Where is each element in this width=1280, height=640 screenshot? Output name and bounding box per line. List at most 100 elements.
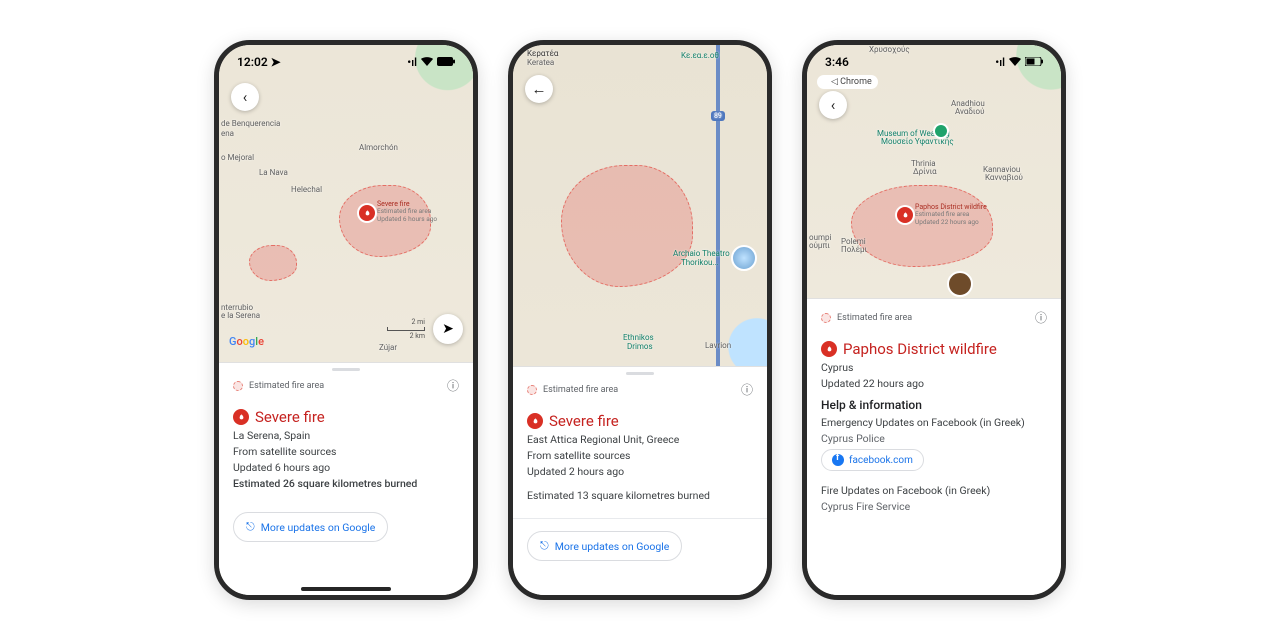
back-button[interactable]: ← (525, 75, 553, 103)
map-place-label: Lavrion (705, 341, 731, 350)
flame-icon (821, 341, 837, 357)
chrome-source-badge[interactable]: ◁ Chrome (817, 75, 878, 89)
fire-card: Severe fire La Serena, Spain From satell… (219, 402, 473, 498)
fire-marker[interactable] (897, 207, 913, 223)
fire-location: East Attica Regional Unit, Greece (527, 433, 753, 446)
map-place-label: Archaio Theatro (673, 249, 730, 258)
back-button[interactable]: ‹ (819, 91, 847, 119)
fire-source: From satellite sources (233, 445, 459, 458)
info-icon[interactable]: ⓘ (741, 381, 753, 398)
fire-area-legend-icon (821, 313, 831, 323)
facebook-link-label: facebook.com (849, 455, 913, 466)
legend-label: Estimated fire area (249, 381, 324, 391)
info-icon[interactable]: ⓘ (1035, 309, 1047, 326)
map-place-label: Κανναβιού (985, 173, 1023, 182)
help-source: Cyprus Police (821, 432, 1047, 445)
status-time: 3:46 (825, 55, 849, 69)
map-place-label: e la Serena (221, 311, 260, 320)
facebook-icon (832, 454, 844, 466)
map-place-label: Drimos (627, 342, 653, 351)
help-header: Help & information (821, 398, 1047, 412)
road-shield: 89 (711, 111, 725, 121)
flame-icon (527, 413, 543, 429)
fire-source: From satellite sources (527, 449, 753, 462)
map-place-label: ena (221, 129, 234, 138)
map-place-label: o Mejoral (221, 153, 254, 162)
open-external-icon: ⎋ (246, 520, 255, 534)
back-button[interactable]: ‹ (231, 83, 259, 111)
fire-area-legend-icon (233, 381, 243, 391)
map-place-label: Thorikou... (681, 258, 719, 267)
poi-pin-icon[interactable] (935, 125, 947, 137)
signal-icon: •ıl (995, 56, 1005, 69)
legend-label: Estimated fire area (543, 385, 618, 395)
legend-row: Estimated fire area ⓘ (219, 373, 473, 402)
open-external-icon: ⎋ (540, 539, 549, 553)
sheet-handle[interactable] (332, 368, 360, 371)
map-place-label: Ethnikos (623, 333, 654, 342)
fire-updated: Updated 6 hours ago (233, 461, 459, 474)
map-view[interactable]: ← 89 Κερατέα Keratea Κε.εα.ε.οθ Archaio … (513, 45, 767, 366)
fire-card: Severe fire East Attica Regional Unit, G… (513, 406, 767, 510)
home-indicator (301, 587, 391, 591)
map-place-label: ούμπι (809, 241, 830, 250)
phone-mockup-2: ← 89 Κερατέα Keratea Κε.εα.ε.οθ Archaio … (508, 40, 772, 600)
battery-icon (1025, 56, 1043, 69)
fire-card: Paphos District wildfire Cyprus Updated … (807, 334, 1061, 521)
map-place-label: Almorchón (359, 143, 398, 152)
bottom-sheet[interactable]: Estimated fire area ⓘ Severe fire East A… (513, 366, 767, 595)
wifi-icon (421, 56, 433, 69)
more-updates-label: More updates on Google (555, 540, 670, 553)
fire-area-legend-icon (527, 385, 537, 395)
flame-icon (233, 409, 249, 425)
map-place-label: Keratea (527, 58, 554, 67)
more-updates-button[interactable]: ⎋ More updates on Google (233, 512, 388, 542)
fire-updated: Updated 22 hours ago (821, 377, 1047, 390)
location-arrow-icon: ➤ (442, 321, 454, 337)
fire-estimate: Estimated 26 square kilometres burned (233, 477, 459, 490)
wifi-icon (1009, 56, 1021, 69)
legend-row: Estimated fire area ⓘ (807, 299, 1061, 334)
battery-icon (437, 56, 455, 69)
fire-updated: Updated 2 hours ago (527, 465, 753, 478)
status-bar: 3:46 •ıl (825, 55, 1043, 69)
locate-button[interactable]: ➤ (433, 314, 463, 344)
fire-caption: Paphos District wildfire Estimated fire … (915, 203, 987, 227)
map-place-label: Αναδιού (955, 107, 984, 116)
fire-marker[interactable] (359, 205, 375, 221)
divider (513, 518, 767, 519)
fire-location: La Serena, Spain (233, 429, 459, 442)
map-place-label: Zújar (379, 343, 397, 352)
fire-location: Cyprus (821, 361, 1047, 374)
more-updates-label: More updates on Google (261, 521, 376, 534)
legend-label: Estimated fire area (837, 313, 912, 323)
fire-estimate: Estimated 13 square kilometres burned (527, 489, 753, 502)
poi-photo-badge[interactable] (947, 271, 973, 297)
poi-photo-badge[interactable] (731, 245, 757, 271)
phone-mockup-3: 3:46 •ıl ◁ Chrome ‹ Χρυσοχούς Anadhiou Α… (802, 40, 1066, 600)
fire-caption: Severe fire Estimated fire area Updated … (377, 200, 437, 224)
map-view[interactable]: 12:02 ➤ •ıl ‹ de Benquerencia ena o Mejo… (219, 45, 473, 362)
more-updates-button[interactable]: ⎋ More updates on Google (527, 531, 682, 561)
sheet-handle[interactable] (626, 372, 654, 375)
status-time: 12:02 ➤ (237, 55, 281, 69)
facebook-link[interactable]: facebook.com (821, 449, 924, 471)
bottom-sheet[interactable]: Estimated fire area ⓘ Paphos District wi… (807, 298, 1061, 595)
fire-title: Severe fire (255, 408, 325, 426)
help-subtitle: Emergency Updates on Facebook (in Greek) (821, 416, 1047, 429)
map-scale: 2 mi 2 km (387, 318, 425, 340)
fire-title: Paphos District wildfire (843, 340, 997, 358)
fire-area-shape (249, 245, 297, 281)
bottom-sheet[interactable]: Estimated fire area ⓘ Severe fire La Ser… (219, 362, 473, 595)
map-road (716, 45, 720, 366)
map-place-label: Helechal (291, 185, 322, 194)
legend-row: Estimated fire area ⓘ (513, 377, 767, 406)
fire-area-shape (561, 165, 693, 287)
chevron-left-icon: ‹ (243, 88, 248, 106)
map-place-label: Δρίνια (913, 167, 937, 176)
map-place-label: Μουσείο Υφαντικής (881, 137, 954, 146)
map-view[interactable]: 3:46 •ıl ◁ Chrome ‹ Χρυσοχούς Anadhiou Α… (807, 45, 1061, 298)
help-subtitle-2: Fire Updates on Facebook (in Greek) (821, 484, 1047, 497)
info-icon[interactable]: ⓘ (447, 377, 459, 394)
fire-title: Severe fire (549, 412, 619, 430)
